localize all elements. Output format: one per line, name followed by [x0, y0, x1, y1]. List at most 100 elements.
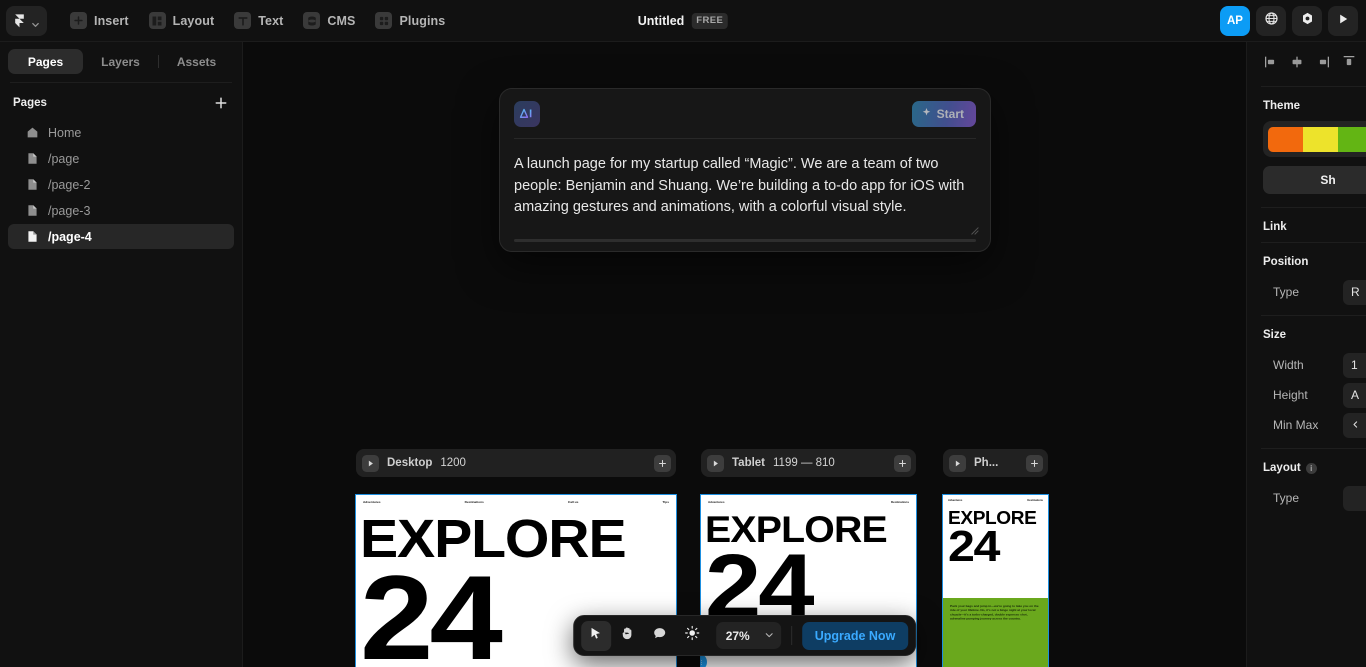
- framer-logo-button[interactable]: [6, 5, 47, 36]
- tab-pages[interactable]: Pages: [8, 49, 83, 74]
- tab-pages-label: Pages: [27, 54, 64, 69]
- align-top-icon[interactable]: [1341, 54, 1357, 75]
- ai-card-scrollbar[interactable]: [514, 238, 976, 242]
- page-icon: [26, 152, 39, 165]
- theme-brightness-button[interactable]: [677, 621, 707, 651]
- theme-color-swatch[interactable]: [1268, 126, 1366, 152]
- document-title-block: Untitled FREE: [638, 12, 729, 29]
- artboard-hero: EXPLORE 24: [943, 509, 1048, 572]
- sidebar-item-page-3[interactable]: /page-3: [8, 198, 234, 223]
- plus-square-icon: [70, 12, 87, 29]
- menu-text[interactable]: Text: [225, 6, 292, 36]
- sidebar-tabs: Pages Layers Assets: [0, 42, 242, 80]
- design-canvas[interactable]: Start A launch page for my startup calle…: [243, 42, 1246, 667]
- sidebar-item-home[interactable]: Home: [8, 120, 234, 145]
- menu-plugins-label: Plugins: [399, 13, 446, 28]
- resize-grip-icon[interactable]: [970, 222, 979, 235]
- hero-number: 24: [705, 535, 815, 638]
- play-icon[interactable]: [949, 454, 966, 472]
- artboard-nav: Adventures Destinations Call us Tips: [356, 495, 676, 504]
- menu-text-label: Text: [258, 13, 284, 28]
- swatch-color-green: [1338, 126, 1366, 152]
- menu-cms[interactable]: CMS: [294, 6, 364, 36]
- frame-name: Ph...: [974, 457, 999, 469]
- preview-play-icon: [1336, 12, 1350, 31]
- preview-play-button[interactable]: [1328, 6, 1358, 36]
- layout-grid-icon: [148, 12, 166, 29]
- plugins-icon: [375, 12, 393, 29]
- nav-item: Call us: [567, 500, 579, 504]
- publish-button[interactable]: [1292, 6, 1322, 36]
- sidebar-item-page[interactable]: /page: [8, 146, 234, 171]
- menu-insert[interactable]: Insert: [61, 6, 138, 36]
- play-icon[interactable]: [707, 454, 724, 472]
- frame-name: Tablet: [732, 457, 766, 469]
- layout-section-label: Layout: [1263, 462, 1301, 474]
- hand-tool-button[interactable]: [613, 621, 643, 651]
- artboard-phone[interactable]: Adventures Destinations EXPLORE 24 Pack …: [942, 494, 1049, 667]
- layout-type-row: Type: [1247, 483, 1366, 513]
- sidebar-item-page-2[interactable]: /page-2: [8, 172, 234, 197]
- nav-item: Adventures: [363, 500, 381, 504]
- ai-start-label: Start: [936, 107, 964, 121]
- tab-assets-label: Assets: [176, 54, 217, 69]
- frame-label-phone[interactable]: Ph...: [943, 449, 1048, 477]
- nav-item: Adventures: [708, 500, 725, 504]
- artboard-hero: EXPLORE 24: [701, 511, 916, 638]
- upgrade-now-button[interactable]: Upgrade Now: [801, 621, 909, 650]
- frame-name: Desktop: [387, 457, 433, 469]
- layout-type-select[interactable]: [1343, 485, 1366, 511]
- ai-card-header: Start: [500, 89, 990, 138]
- frame-label-tablet[interactable]: Tablet 1199 — 810: [701, 449, 916, 477]
- size-minmax-toggle[interactable]: [1343, 412, 1366, 438]
- toolbar-divider: [790, 626, 792, 645]
- plan-badge: FREE: [691, 12, 729, 29]
- zoom-level-select[interactable]: 27%: [715, 622, 781, 649]
- artboard-body-text: Pack your bags and jump in—we're going t…: [950, 604, 1039, 621]
- theme-shuffle-label: Sh: [1320, 173, 1336, 187]
- theme-shuffle-button[interactable]: Sh: [1263, 166, 1366, 194]
- cursor-tool-button[interactable]: [580, 620, 611, 651]
- avatar[interactable]: AP: [1220, 6, 1250, 36]
- size-width-input[interactable]: 1: [1343, 352, 1366, 378]
- text-t-icon: [234, 12, 252, 29]
- menu-layout[interactable]: Layout: [140, 6, 224, 36]
- ai-start-button[interactable]: Start: [911, 101, 976, 127]
- align-left-icon[interactable]: [1263, 54, 1279, 75]
- bottom-toolbar: 27% Upgrade Now: [572, 615, 917, 656]
- align-center-horizontal-icon[interactable]: [1289, 54, 1305, 75]
- menu-layout-label: Layout: [172, 13, 215, 28]
- add-breakpoint-button[interactable]: [894, 454, 911, 472]
- page-title[interactable]: Untitled: [638, 14, 685, 28]
- info-icon[interactable]: i: [1305, 462, 1317, 474]
- page-icon: [26, 178, 39, 191]
- chevron-down-icon: [31, 16, 40, 27]
- frame-size: 1200: [440, 457, 466, 469]
- menu-plugins[interactable]: Plugins: [366, 6, 454, 36]
- add-breakpoint-button[interactable]: [654, 454, 671, 472]
- comment-tool-button[interactable]: [645, 621, 675, 651]
- theme-swatch-container[interactable]: [1263, 121, 1366, 157]
- add-breakpoint-button[interactable]: [1026, 454, 1043, 472]
- size-minmax-label: Min Max: [1273, 418, 1319, 432]
- frame-label-desktop[interactable]: Desktop 1200: [356, 449, 676, 477]
- ai-prompt-input[interactable]: A launch page for my startup called “Mag…: [514, 154, 976, 219]
- home-icon: [26, 126, 39, 139]
- position-type-label: Type: [1273, 285, 1300, 299]
- swatch-color-yellow: [1303, 126, 1338, 152]
- upgrade-now-label: Upgrade Now: [814, 628, 896, 643]
- globe-icon-button[interactable]: [1256, 6, 1286, 36]
- artboard-nav: Adventures Destinations: [943, 495, 1048, 502]
- sidebar-item-page-4[interactable]: /page-4: [8, 224, 234, 249]
- position-type-select[interactable]: R: [1343, 279, 1366, 305]
- add-page-button[interactable]: [213, 95, 229, 111]
- tab-layers[interactable]: Layers: [83, 49, 158, 74]
- size-height-input[interactable]: A: [1343, 382, 1366, 408]
- sun-brightness-icon: [684, 625, 700, 646]
- play-icon[interactable]: [362, 454, 379, 472]
- hero-number: 24: [948, 522, 1000, 572]
- sparkle-icon: [921, 107, 932, 121]
- tab-assets[interactable]: Assets: [159, 49, 234, 74]
- main-menu-group: Insert Layout Text CMS Plugins: [61, 6, 454, 36]
- align-right-icon[interactable]: [1315, 54, 1331, 75]
